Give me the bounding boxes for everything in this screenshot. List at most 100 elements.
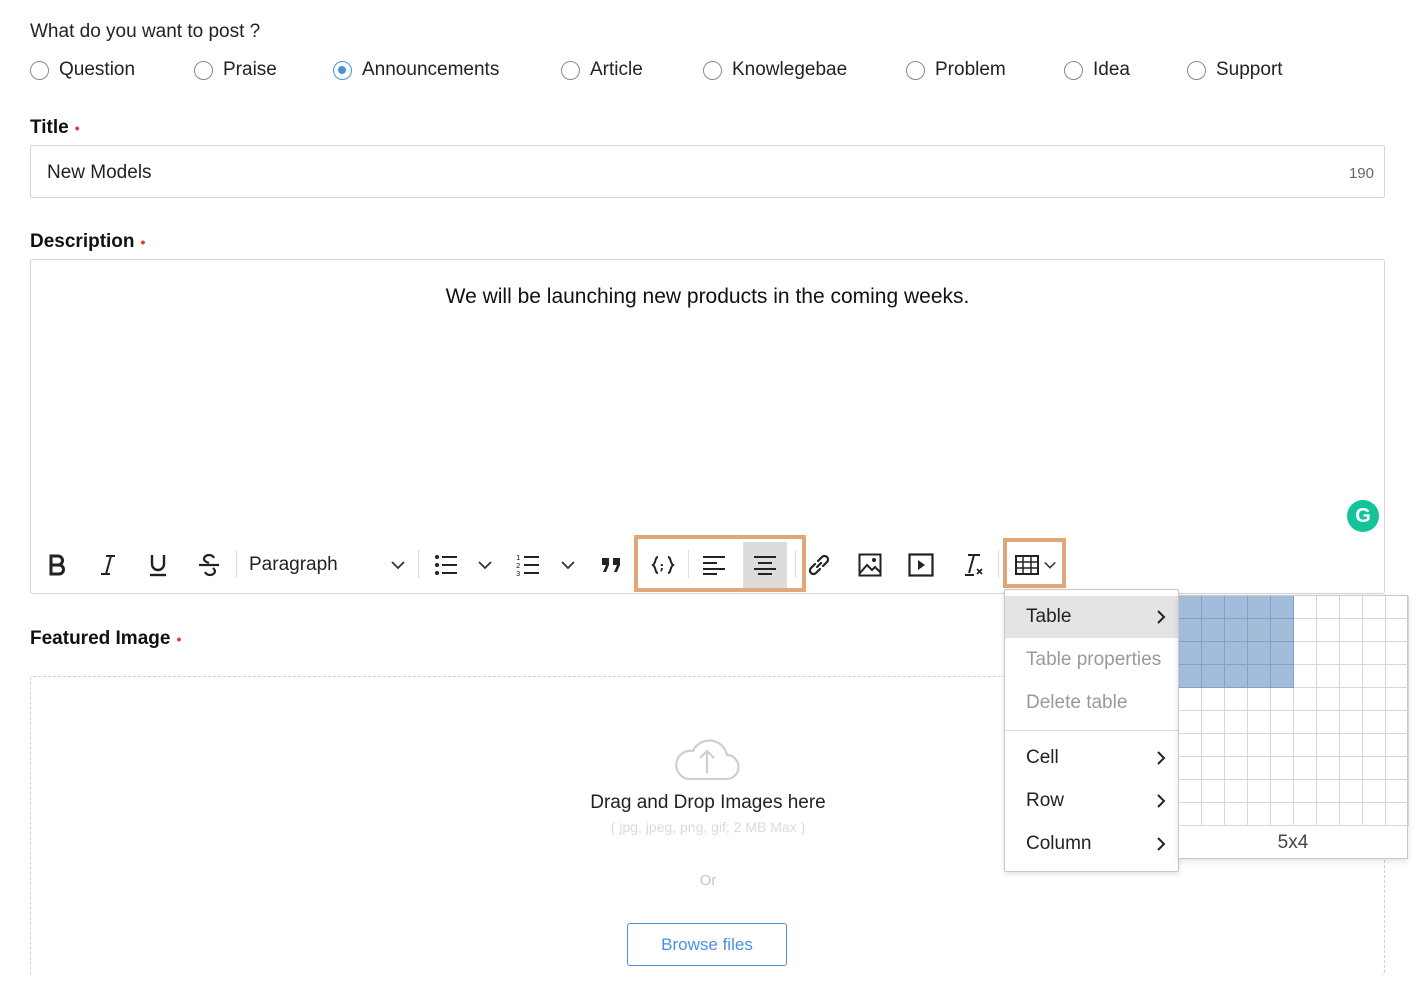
table-grid-cell[interactable] [1271, 665, 1294, 688]
table-grid-cell[interactable] [1271, 642, 1294, 665]
bold-button[interactable] [35, 540, 79, 590]
table-grid-cell[interactable] [1271, 734, 1294, 757]
radio-circle[interactable] [333, 60, 352, 80]
menu-item-row[interactable]: Row [1005, 780, 1178, 822]
title-input-value[interactable]: New Models [47, 162, 152, 184]
table-grid-cell[interactable] [1386, 596, 1409, 619]
table-grid-cell[interactable] [1225, 734, 1248, 757]
table-grid-cell[interactable] [1271, 619, 1294, 642]
table-grid-cell[interactable] [1294, 757, 1317, 780]
block-format-dropdown[interactable]: Paragraph [240, 540, 410, 590]
table-grid-cell[interactable] [1340, 619, 1363, 642]
table-grid-cell[interactable] [1317, 665, 1340, 688]
table-grid-cell[interactable] [1317, 619, 1340, 642]
table-grid-cell[interactable] [1340, 734, 1363, 757]
table-grid-cell[interactable] [1179, 665, 1202, 688]
table-grid-cell[interactable] [1317, 734, 1340, 757]
table-grid-cell[interactable] [1271, 688, 1294, 711]
table-grid-cell[interactable] [1225, 642, 1248, 665]
table-grid-cell[interactable] [1202, 711, 1225, 734]
table-grid-cell[interactable] [1225, 688, 1248, 711]
table-grid-cell[interactable] [1225, 803, 1248, 826]
table-grid-cell[interactable] [1179, 619, 1202, 642]
menu-item-table[interactable]: Table [1005, 596, 1178, 638]
editor-content[interactable]: We will be launching new products in the… [31, 285, 1384, 309]
grammarly-icon[interactable]: G [1347, 500, 1379, 532]
table-grid-cell[interactable] [1363, 757, 1386, 780]
table-grid-cell[interactable] [1225, 619, 1248, 642]
radio-circle[interactable] [1187, 60, 1206, 80]
table-grid-cell[interactable] [1363, 734, 1386, 757]
table-grid-cell[interactable] [1294, 596, 1317, 619]
table-grid-cell[interactable] [1271, 803, 1294, 826]
table-grid-cell[interactable] [1340, 596, 1363, 619]
table-grid-cell[interactable] [1294, 803, 1317, 826]
table-grid-cell[interactable] [1317, 711, 1340, 734]
radio-praise[interactable]: Praise [194, 58, 277, 82]
radio-circle[interactable] [703, 60, 722, 80]
table-grid-cell[interactable] [1294, 619, 1317, 642]
table-grid-cell[interactable] [1248, 803, 1271, 826]
table-grid-cell[interactable] [1386, 780, 1409, 803]
table-grid-cell[interactable] [1386, 711, 1409, 734]
radio-circle[interactable] [1064, 60, 1083, 80]
table-grid-cell[interactable] [1179, 596, 1202, 619]
code-block-button[interactable]: ; [641, 540, 685, 590]
table-grid-cell[interactable] [1202, 665, 1225, 688]
menu-item-delete-table[interactable]: Delete table [1005, 682, 1178, 724]
table-grid-cell[interactable] [1386, 665, 1409, 688]
table-grid-cell[interactable] [1340, 642, 1363, 665]
table-grid-cell[interactable] [1294, 711, 1317, 734]
table-grid-cell[interactable] [1225, 711, 1248, 734]
table-grid-cell[interactable] [1317, 688, 1340, 711]
align-left-button[interactable] [692, 540, 736, 590]
table-grid-cell[interactable] [1363, 780, 1386, 803]
numbered-list-options-button[interactable] [555, 540, 581, 590]
table-grid-cell[interactable] [1363, 596, 1386, 619]
bullet-list-options-button[interactable] [472, 540, 498, 590]
table-grid-cell[interactable] [1294, 665, 1317, 688]
table-grid-cell[interactable] [1202, 734, 1225, 757]
table-grid-cell[interactable] [1248, 711, 1271, 734]
menu-item-cell[interactable]: Cell [1005, 737, 1178, 779]
table-grid-cell[interactable] [1317, 596, 1340, 619]
align-center-button[interactable] [743, 542, 787, 588]
table-grid-cell[interactable] [1317, 642, 1340, 665]
table-grid-cell[interactable] [1340, 757, 1363, 780]
radio-announcements[interactable]: Announcements [333, 58, 499, 82]
table-grid-cell[interactable] [1271, 596, 1294, 619]
table-grid-cell[interactable] [1386, 734, 1409, 757]
table-grid-cell[interactable] [1248, 665, 1271, 688]
table-grid-cell[interactable] [1294, 780, 1317, 803]
italic-button[interactable] [86, 540, 130, 590]
radio-circle[interactable] [906, 60, 925, 80]
table-grid-cell[interactable] [1317, 780, 1340, 803]
table-grid-cell[interactable] [1248, 780, 1271, 803]
table-grid-cell[interactable] [1294, 642, 1317, 665]
table-grid-cell[interactable] [1317, 803, 1340, 826]
radio-knowlegebae[interactable]: Knowlegebae [703, 58, 847, 82]
table-grid-cell[interactable] [1271, 711, 1294, 734]
bullet-list-button[interactable] [424, 540, 468, 590]
insert-media-button[interactable] [899, 540, 943, 590]
radio-circle[interactable] [30, 60, 49, 80]
table-grid-cell[interactable] [1363, 619, 1386, 642]
table-grid-cell[interactable] [1271, 757, 1294, 780]
table-grid-cell[interactable] [1340, 803, 1363, 826]
radio-question[interactable]: Question [30, 58, 135, 82]
table-grid-cell[interactable] [1179, 711, 1202, 734]
table-grid-cell[interactable] [1363, 642, 1386, 665]
table-grid-cell[interactable] [1340, 688, 1363, 711]
table-grid-cell[interactable] [1248, 688, 1271, 711]
table-grid-cell[interactable] [1202, 642, 1225, 665]
table-button[interactable] [1010, 540, 1062, 590]
table-grid-cell[interactable] [1340, 711, 1363, 734]
table-size-picker[interactable]: 5x4 [1178, 595, 1409, 859]
link-button[interactable] [797, 540, 841, 590]
table-grid-cell[interactable] [1248, 642, 1271, 665]
menu-item-table-properties[interactable]: Table properties [1005, 639, 1178, 681]
table-grid-cell[interactable] [1386, 688, 1409, 711]
table-grid-cell[interactable] [1179, 757, 1202, 780]
table-grid-cell[interactable] [1386, 803, 1409, 826]
table-grid-cell[interactable] [1225, 596, 1248, 619]
